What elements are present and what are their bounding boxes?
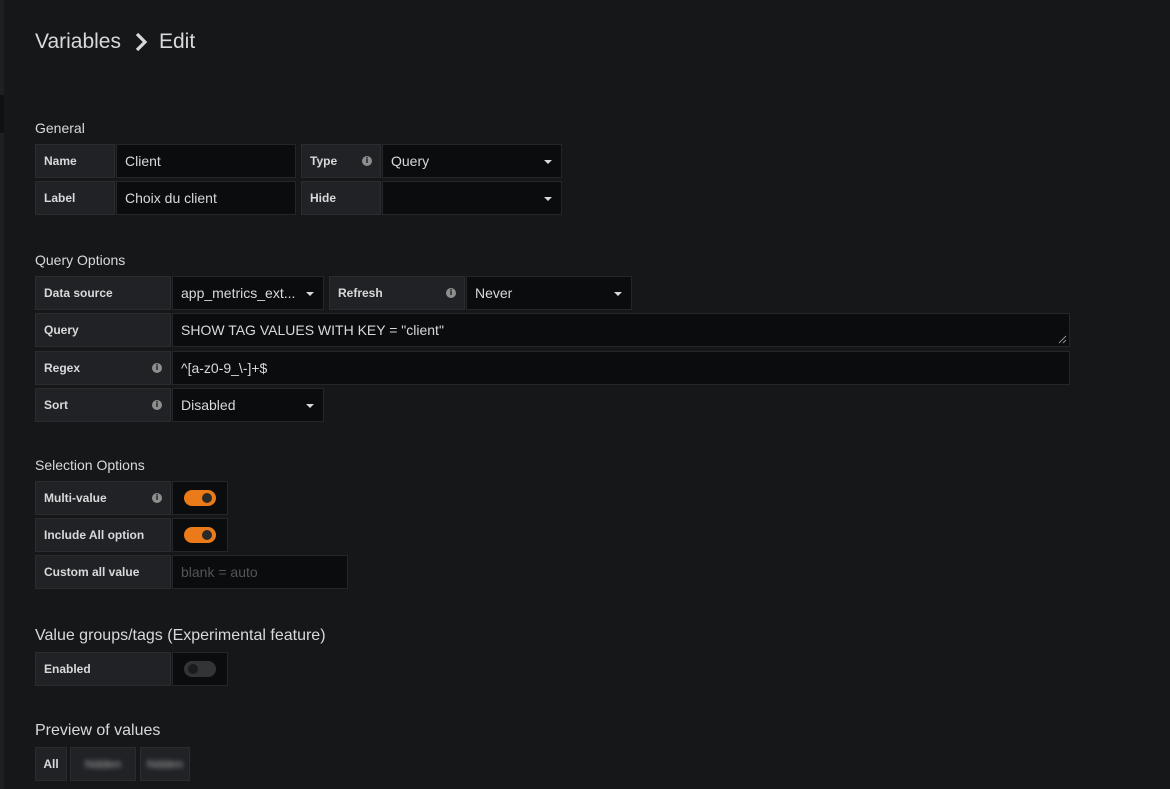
resize-handle-icon[interactable] — [1057, 334, 1067, 344]
query-label: Query — [35, 313, 171, 347]
label-label: Label — [35, 181, 115, 215]
breadcrumb-parent[interactable]: Variables — [35, 30, 121, 54]
left-edge-strip — [0, 0, 4, 789]
breadcrumb: Variables Edit — [35, 30, 195, 54]
section-title-value-groups: Value groups/tags (Experimental feature) — [35, 627, 326, 644]
refresh-select[interactable]: Never — [466, 276, 632, 310]
section-title-preview: Preview of values — [35, 722, 161, 739]
name-label: Name — [35, 144, 115, 178]
breadcrumb-current: Edit — [159, 30, 196, 53]
hide-select[interactable] — [382, 181, 562, 215]
info-icon[interactable]: i — [152, 493, 162, 503]
custom-all-row: Custom all value blank = auto — [35, 555, 348, 589]
custom-all-label: Custom all value — [35, 555, 171, 589]
multi-value-label: Multi-value i — [35, 481, 171, 515]
info-icon[interactable]: i — [152, 363, 162, 373]
include-all-switch-cell — [172, 518, 228, 552]
regex-input[interactable]: ^[a-z0-9_\-]+$ — [172, 351, 1070, 385]
hide-label: Hide — [301, 181, 381, 215]
include-all-row: Include All option — [35, 518, 228, 552]
hide-row: Hide — [301, 181, 562, 215]
query-textarea[interactable]: SHOW TAG VALUES WITH KEY = "client" — [172, 313, 1070, 347]
enabled-switch-cell — [172, 652, 228, 686]
sort-select[interactable]: Disabled — [172, 388, 324, 422]
query-row: Query SHOW TAG VALUES WITH KEY = "client… — [35, 313, 1070, 347]
type-label: Type i — [301, 144, 381, 178]
caret-down-icon — [306, 292, 314, 296]
datasource-select[interactable]: app_metrics_ext... — [172, 276, 324, 310]
section-title-selection-options: Selection Options — [35, 457, 145, 473]
datasource-label: Data source — [35, 276, 171, 310]
label-row: Label Choix du client — [35, 181, 296, 215]
regex-row: Regex i ^[a-z0-9_\-]+$ — [35, 351, 1070, 385]
custom-all-input[interactable]: blank = auto — [172, 555, 348, 589]
multi-value-toggle[interactable] — [184, 490, 216, 506]
sort-label: Sort i — [35, 388, 171, 422]
chevron-right-icon — [135, 32, 148, 52]
multi-value-row: Multi-value i — [35, 481, 228, 515]
refresh-row: Refresh i Never — [329, 276, 632, 310]
datasource-row: Data source app_metrics_ext... — [35, 276, 324, 310]
enabled-toggle[interactable] — [184, 661, 216, 677]
multi-value-switch-cell — [172, 481, 228, 515]
enabled-label: Enabled — [35, 652, 171, 686]
caret-down-icon — [544, 197, 552, 201]
type-select[interactable]: Query — [382, 144, 562, 178]
info-icon[interactable]: i — [362, 156, 372, 166]
preview-value-blurred: hidden — [70, 747, 136, 781]
type-row: Type i Query — [301, 144, 562, 178]
info-icon[interactable]: i — [152, 400, 162, 410]
caret-down-icon — [614, 292, 622, 296]
section-title-query-options: Query Options — [35, 252, 126, 268]
preview-value-blurred: hidden — [140, 747, 190, 781]
caret-down-icon — [544, 160, 552, 164]
preview-value: All — [35, 747, 67, 781]
name-row: Name Client — [35, 144, 296, 178]
refresh-label: Refresh i — [329, 276, 465, 310]
caret-down-icon — [306, 404, 314, 408]
section-title-general: General — [35, 120, 85, 136]
name-input[interactable]: Client — [116, 144, 296, 178]
info-icon[interactable]: i — [446, 288, 456, 298]
enabled-row: Enabled — [35, 652, 228, 686]
include-all-toggle[interactable] — [184, 527, 216, 543]
include-all-label: Include All option — [35, 518, 171, 552]
regex-label: Regex i — [35, 351, 171, 385]
sort-row: Sort i Disabled — [35, 388, 324, 422]
label-input[interactable]: Choix du client — [116, 181, 296, 215]
